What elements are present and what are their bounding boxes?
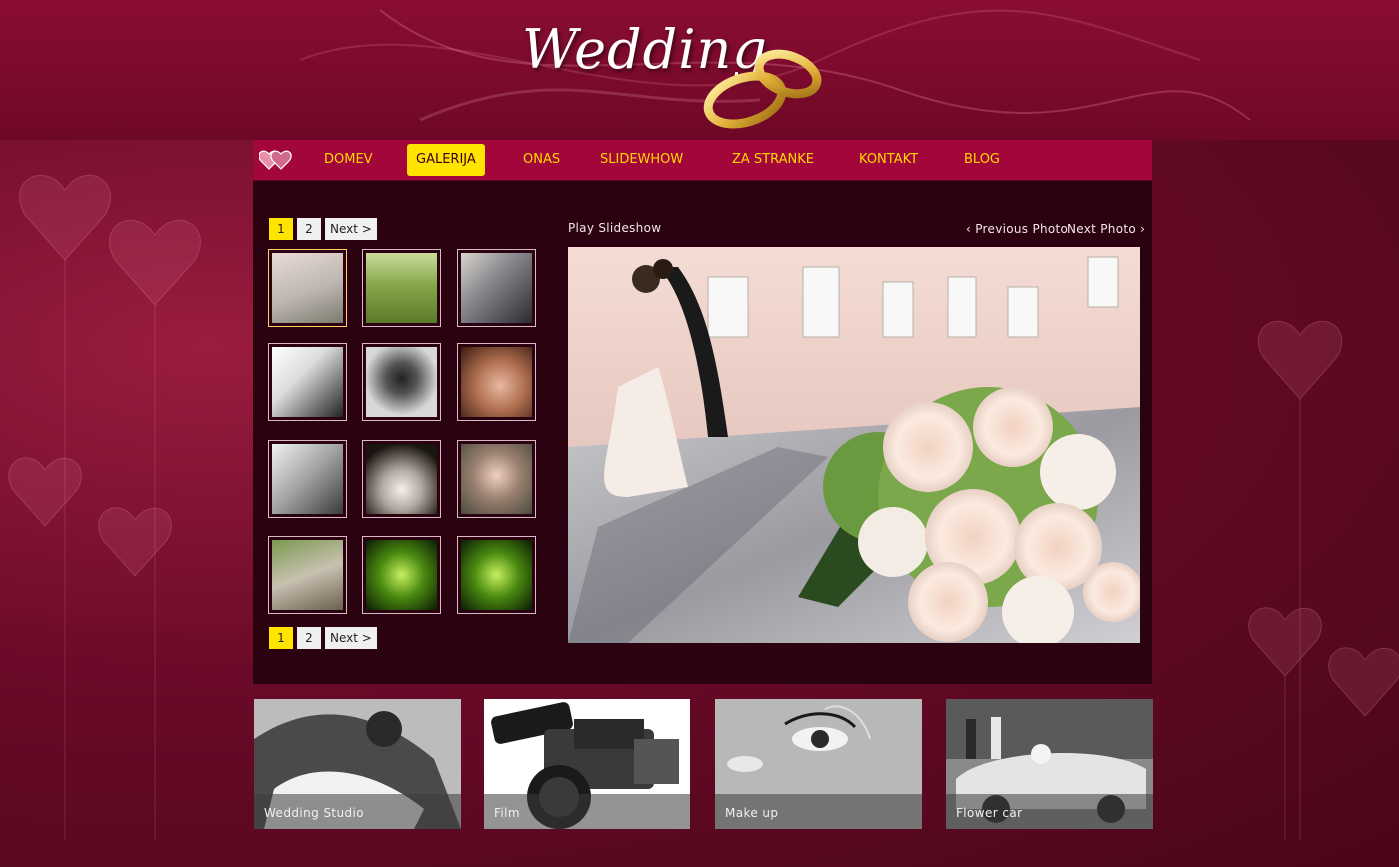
tile-wedding-studio[interactable]: Wedding Studio <box>254 699 461 829</box>
thumbnail[interactable] <box>362 440 441 518</box>
tile-make-up[interactable]: Make up <box>715 699 922 829</box>
thumbnail[interactable] <box>457 440 536 518</box>
thumbnail[interactable] <box>268 343 347 421</box>
page-1-button[interactable]: 1 <box>269 627 293 649</box>
tile-caption: Make up <box>715 794 922 829</box>
next-page-button[interactable]: Next > <box>325 218 377 240</box>
tile-film[interactable]: Film <box>484 699 690 829</box>
main-photo[interactable] <box>568 247 1140 643</box>
thumbnail[interactable] <box>362 249 441 327</box>
nav-item-blog[interactable]: BLOG <box>955 144 1009 176</box>
nav-item-za-stranke[interactable]: ZA STRANKE <box>723 144 823 176</box>
pager-top: 1 2 Next > <box>269 218 381 240</box>
gallery-panel: 1 2 Next > 1 2 Next > Play Slideshow ‹ Previ… <box>253 181 1152 684</box>
tile-caption: Wedding Studio <box>254 794 461 829</box>
site-header: Wedding <box>0 0 1399 140</box>
thumbnail[interactable] <box>457 343 536 421</box>
wedding-rings-icon <box>703 49 822 129</box>
tile-caption: Flower car <box>946 794 1153 829</box>
next-page-button[interactable]: Next > <box>325 627 377 649</box>
next-photo-link[interactable]: Next Photo › <box>1067 222 1145 236</box>
thumbnail[interactable] <box>457 249 536 327</box>
thumbnail[interactable] <box>268 536 347 614</box>
thumbnail[interactable] <box>268 249 347 327</box>
page-2-button[interactable]: 2 <box>297 218 321 240</box>
nav-item-onas[interactable]: ONAS <box>514 144 569 176</box>
pager-bottom: 1 2 Next > <box>269 627 381 649</box>
bouquet-photo-image <box>568 247 1140 643</box>
main-navigation: DOMEV GALERIJA ONAS SLIDEWHOW ZA STRANKE… <box>253 140 1152 181</box>
thumbnail[interactable] <box>268 440 347 518</box>
thumbnail[interactable] <box>362 536 441 614</box>
tile-flower-car[interactable]: Flower car <box>946 699 1153 829</box>
thumbnail[interactable] <box>457 536 536 614</box>
thumbnail[interactable] <box>362 343 441 421</box>
play-slideshow-link[interactable]: Play Slideshow <box>568 221 661 235</box>
page-1-button[interactable]: 1 <box>269 218 293 240</box>
nav-item-slidewhow[interactable]: SLIDEWHOW <box>591 144 692 176</box>
nav-item-galerija[interactable]: GALERIJA <box>407 144 485 176</box>
hearts-icon <box>259 150 292 170</box>
page-2-button[interactable]: 2 <box>297 627 321 649</box>
tile-caption: Film <box>484 794 690 829</box>
nav-item-kontakt[interactable]: KONTAKT <box>850 144 927 176</box>
previous-photo-link[interactable]: ‹ Previous Photo <box>966 222 1068 236</box>
nav-item-domev[interactable]: DOMEV <box>315 144 382 176</box>
